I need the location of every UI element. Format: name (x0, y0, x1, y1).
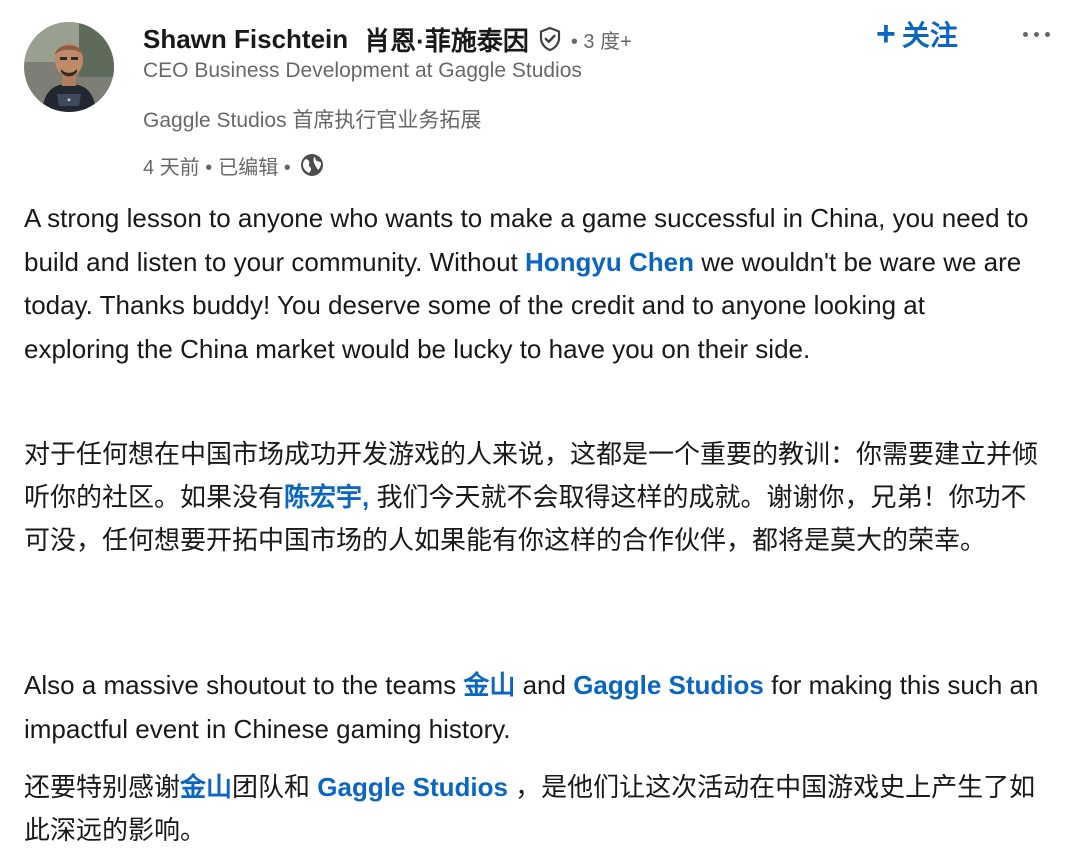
mention-jinshan-cn[interactable]: 金山 (180, 772, 232, 802)
author-name-cn[interactable]: 肖恩·菲施泰因 (364, 21, 529, 58)
mention-jinshan[interactable]: 金山 (463, 670, 515, 700)
follow-button[interactable]: + 关注 (876, 14, 958, 54)
follow-label: 关注 (901, 20, 958, 51)
mention-hongyu-chen-cn[interactable]: 陈宏宇, (284, 482, 369, 512)
author-name[interactable]: Shawn Fischtein (143, 24, 348, 55)
author-headline-translation: Gaggle Studios 首席执行官业务拓展 (143, 109, 482, 132)
post-meta: 4 天前 • 已编辑 • (143, 150, 325, 180)
mention-gaggle-studios[interactable]: Gaggle Studios (573, 670, 764, 700)
globe-icon (299, 152, 325, 178)
post-paragraph-cn-1: 对于任何想在中国市场成功开发游戏的人来说，这都是一个重要的教训：你需要建立并倾听… (24, 439, 1039, 555)
post-paragraph-en-2: Also a massive shoutout to the teams 金山 … (24, 670, 1039, 744)
connection-degree: • 3 度+ (570, 30, 632, 53)
author-headline: CEO Business Development at Gaggle Studi… (143, 59, 582, 82)
avatar[interactable]: ✶ (24, 22, 114, 112)
svg-text:✶: ✶ (66, 97, 71, 104)
post-time: 4 天前 • (143, 156, 213, 179)
author-name-row: Shawn Fischtein 肖恩·菲施泰因 • 3 度+ (143, 20, 632, 58)
post-header: ✶ Shawn Fischtein 肖恩·菲施泰因 • 3 度+ CEO Bus… (0, 0, 1080, 190)
mention-hongyu-chen[interactable]: Hongyu Chen (525, 247, 694, 277)
post-paragraph-en-1: A strong lesson to anyone who wants to m… (24, 203, 1029, 364)
ellipsis-icon[interactable] (1014, 14, 1058, 54)
plus-icon: + (876, 15, 896, 53)
edited-label: 已编辑 • (218, 156, 291, 179)
post-paragraph-cn-2: 还要特别感谢金山团队和 Gaggle Studios ，是他们让这次活动在中国游… (24, 772, 1036, 845)
shield-check-icon (537, 26, 563, 52)
mention-gaggle-studios-cn[interactable]: Gaggle Studios (317, 772, 508, 802)
